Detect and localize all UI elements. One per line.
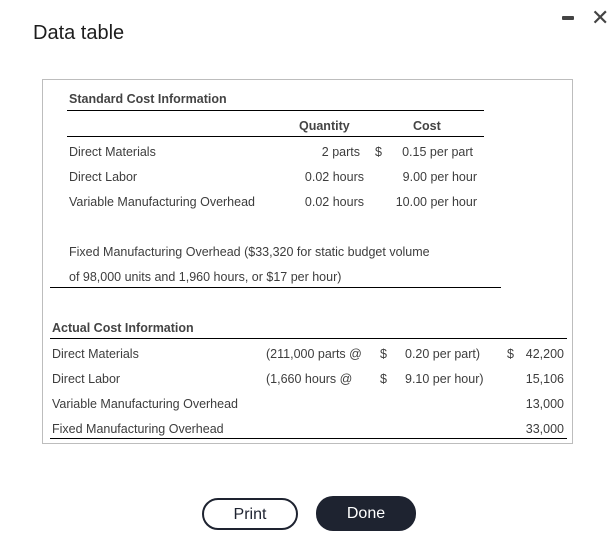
divider: [50, 338, 567, 339]
column-header-cost: Cost: [413, 119, 441, 133]
row-currency: $: [380, 347, 387, 361]
actual-cost-heading: Actual Cost Information: [52, 321, 194, 335]
standard-cost-heading: Standard Cost Information: [69, 92, 227, 106]
divider: [67, 110, 484, 111]
fixed-overhead-note: Fixed Manufacturing Overhead ($33,320 fo…: [69, 245, 430, 259]
row-detail: (211,000 parts @: [266, 347, 362, 361]
row-total: 42,200: [525, 347, 564, 361]
row-total: 15,106: [525, 372, 564, 386]
row-label: Direct Labor: [69, 170, 138, 184]
row-currency: $: [380, 372, 387, 386]
dialog-title: Data table: [33, 22, 125, 44]
row-rate: 9.10 per hour): [405, 372, 484, 386]
print-button[interactable]: Print: [202, 498, 298, 530]
row-label: Direct Labor: [52, 372, 121, 386]
data-table-panel: [42, 79, 573, 444]
row-quantity: 2 parts: [321, 145, 360, 159]
row-label: Variable Manufacturing Overhead: [52, 397, 238, 411]
done-button[interactable]: Done: [316, 496, 416, 531]
row-rate: 0.20 per part): [405, 347, 481, 361]
fixed-overhead-note: of 98,000 units and 1,960 hours, or $17 …: [69, 270, 342, 284]
column-header-quantity: Quantity: [299, 119, 350, 133]
row-label: Fixed Manufacturing Overhead: [52, 422, 224, 436]
row-quantity: 0.02 hours: [304, 170, 364, 184]
row-detail: (1,660 hours @: [266, 372, 353, 386]
row-total: 33,000: [525, 422, 564, 436]
row-label: Variable Manufacturing Overhead: [69, 195, 255, 209]
row-cost: 10.00 per hour: [395, 195, 477, 209]
divider: [50, 287, 501, 288]
minimize-icon[interactable]: [562, 16, 574, 20]
row-cost: 0.15 per part: [402, 145, 473, 159]
divider: [67, 136, 484, 137]
close-icon[interactable]: ✕: [591, 7, 609, 29]
row-label: Direct Materials: [52, 347, 139, 361]
row-total: 13,000: [525, 397, 564, 411]
row-cost: 9.00 per hour: [402, 170, 477, 184]
row-label: Direct Materials: [69, 145, 156, 159]
row-quantity: 0.02 hours: [304, 195, 364, 209]
divider: [50, 438, 567, 439]
